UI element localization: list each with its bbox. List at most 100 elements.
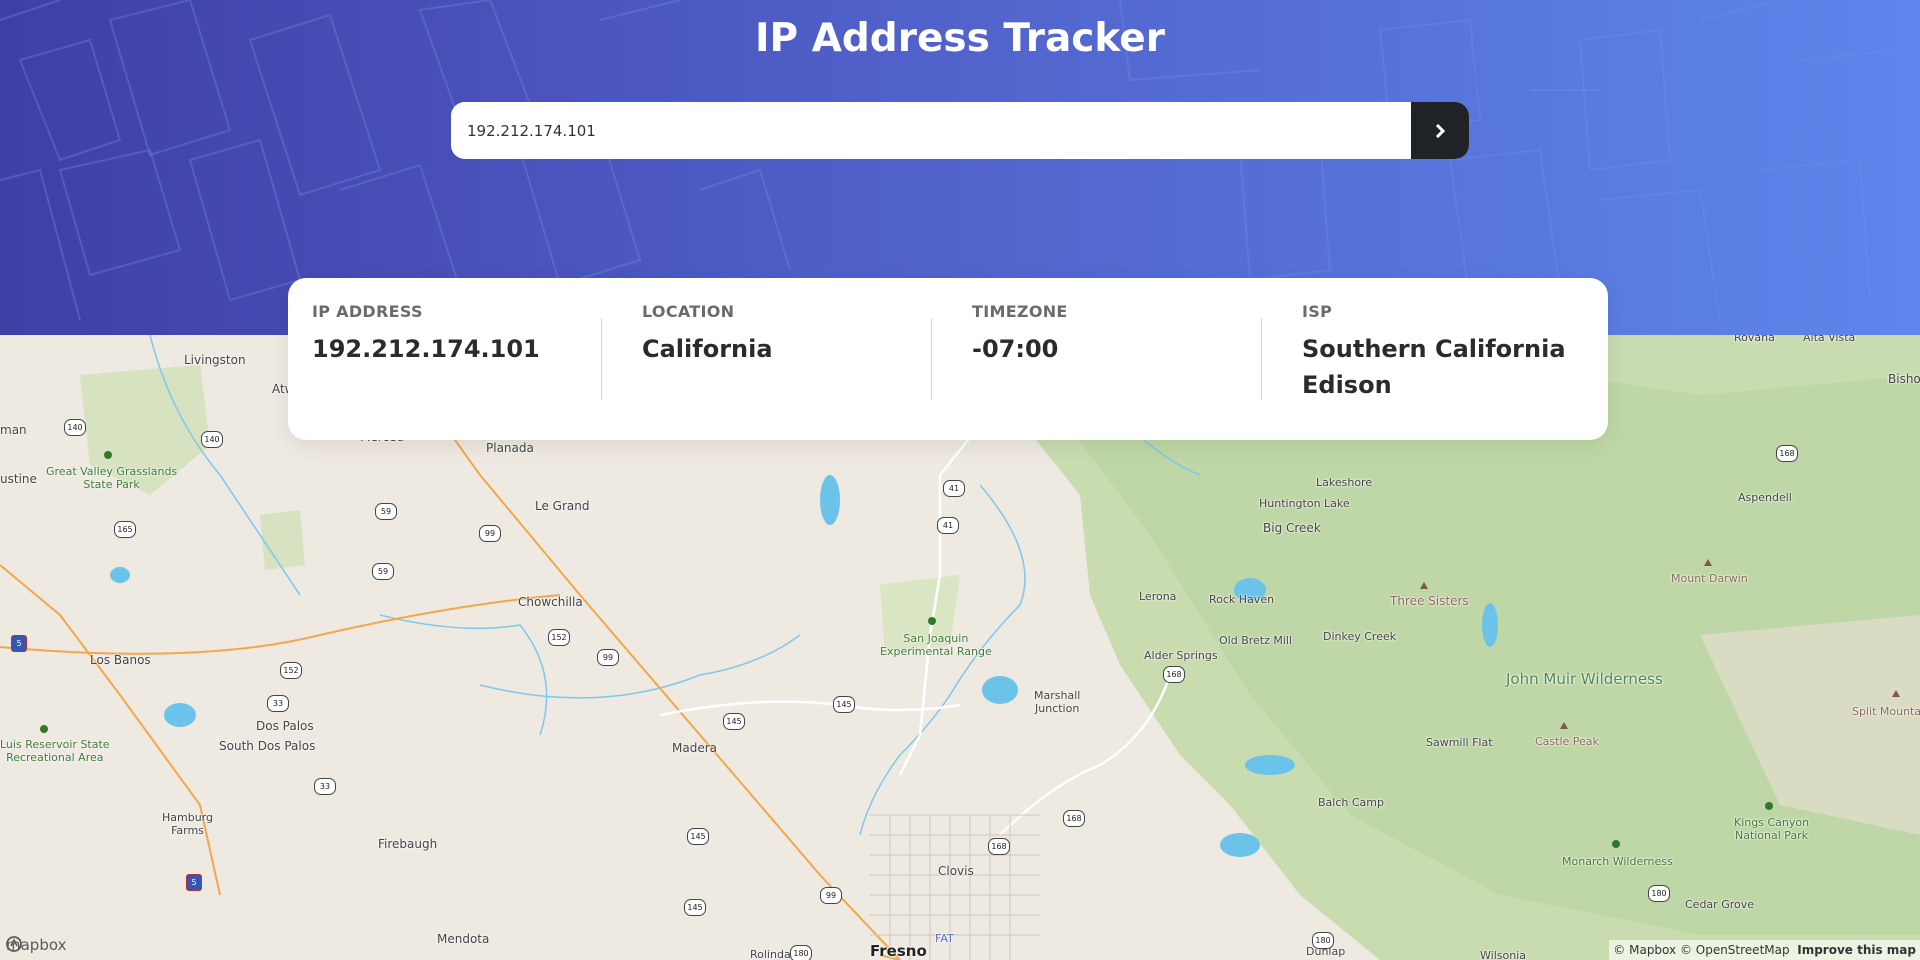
route-shield: 33: [267, 695, 289, 712]
map-label: Wilsonia: [1480, 949, 1526, 960]
route-shield: 99: [597, 649, 619, 666]
map-label: Castle Peak: [1535, 735, 1599, 748]
mapbox-logo[interactable]: mapbox: [6, 936, 66, 954]
map-label: Hamburg Farms: [162, 811, 213, 837]
map-label: Three Sisters: [1390, 594, 1469, 608]
map-label: Marshall Junction: [1034, 689, 1081, 715]
mapbox-icon: [6, 936, 22, 952]
ip-search-input[interactable]: [451, 102, 1411, 159]
map-label: Mount Darwin: [1671, 572, 1748, 585]
route-shield: 152: [280, 662, 302, 679]
map-label: Dinkey Creek: [1323, 630, 1397, 643]
route-shield: 152: [548, 629, 570, 646]
route-shield: 180: [1312, 932, 1334, 949]
map-attribution: © Mapbox © OpenStreetMap Improve this ma…: [1609, 940, 1920, 960]
improve-map-link[interactable]: Improve this map: [1797, 943, 1916, 957]
map-label: Madera: [672, 741, 717, 755]
map-label: Los Banos: [90, 653, 151, 667]
map-label: Firebaugh: [378, 837, 438, 851]
route-shield: 168: [988, 838, 1010, 855]
map-label: Mendota: [437, 932, 490, 946]
route-shield: 145: [684, 899, 706, 916]
park-icon: [928, 617, 936, 625]
page-title: IP Address Tracker: [755, 16, 1165, 61]
attribution-text[interactable]: © Mapbox © OpenStreetMap: [1613, 943, 1789, 957]
route-shield: 145: [723, 713, 745, 730]
map-label: FAT: [935, 932, 954, 945]
map-label: Rolinda: [750, 948, 791, 960]
park-icon: [1612, 840, 1620, 848]
map-label: Rock Haven: [1209, 593, 1275, 606]
map-label: Le Grand: [535, 499, 590, 513]
map-label: man: [0, 423, 27, 437]
isp-value: Southern California Edison: [1302, 335, 1566, 399]
map-label: Big Creek: [1263, 521, 1321, 535]
map-label: Sawmill Flat: [1426, 736, 1493, 749]
map-label: San Joaquin Experimental Range: [880, 632, 992, 658]
map-label: Old Bretz Mill: [1219, 634, 1293, 647]
route-shield: 140: [64, 419, 86, 436]
park-icon: [40, 725, 48, 733]
map-label: Chowchilla: [518, 595, 583, 609]
map-label: Great Valley Grasslands State Park: [46, 465, 178, 491]
divider: [1261, 318, 1262, 400]
search-bar: [451, 102, 1469, 159]
location-section: LOCATION California: [618, 278, 948, 440]
route-shield: 5: [186, 874, 202, 891]
map-label: Lakeshore: [1316, 476, 1373, 489]
park-icon: [1765, 802, 1773, 810]
route-shield: 140: [201, 431, 223, 448]
route-shield: 168: [1063, 810, 1085, 827]
route-shield: 180: [790, 945, 812, 960]
map-label: Split Mountain: [1852, 705, 1920, 718]
location-label: LOCATION: [642, 302, 735, 321]
map-label: John Muir Wilderness: [1506, 670, 1663, 688]
peak-icon: [1704, 559, 1712, 566]
isp-label: ISP: [1302, 302, 1333, 321]
route-shield: 145: [687, 828, 709, 845]
route-shield: 180: [1648, 885, 1670, 902]
map-label: Rovana: [1734, 335, 1775, 344]
map-label: Balch Camp: [1318, 796, 1384, 809]
map-label: Alta Vista: [1803, 335, 1856, 344]
route-shield: 59: [372, 563, 394, 580]
ip-info-card: IP ADDRESS 192.212.174.101 LOCATION Cali…: [288, 278, 1608, 440]
map-label: Aspendell: [1738, 491, 1792, 504]
peak-icon: [1420, 582, 1428, 589]
timezone-label: TIMEZONE: [972, 302, 1068, 321]
ip-address-label: IP ADDRESS: [312, 302, 423, 321]
route-shield: 168: [1163, 666, 1185, 683]
park-icon: [104, 451, 112, 459]
route-shield: 168: [1776, 445, 1798, 462]
map-label: Fresno: [870, 942, 927, 960]
map-label: Luis Reservoir State Recreational Area: [0, 738, 110, 764]
location-value: California: [642, 335, 773, 363]
route-shield: 41: [943, 480, 965, 497]
map-label: Monarch Wilderness: [1562, 855, 1673, 868]
map-label: Planada: [486, 441, 534, 455]
route-shield: 165: [114, 521, 136, 538]
route-shield: 59: [375, 503, 397, 520]
route-shield: 41: [937, 517, 959, 534]
timezone-section: TIMEZONE -07:00: [948, 278, 1278, 440]
map-label: South Dos Palos: [219, 739, 316, 753]
map-label: ustine: [0, 472, 37, 486]
map-label: Clovis: [938, 864, 974, 878]
divider: [601, 318, 602, 400]
ip-address-section: IP ADDRESS 192.212.174.101: [288, 278, 618, 440]
timezone-value: -07:00: [972, 335, 1059, 363]
map-label: Lerona: [1139, 590, 1177, 603]
map-label: Bishop: [1888, 372, 1920, 386]
peak-icon: [1892, 690, 1900, 697]
map-label: Livingston: [184, 353, 246, 367]
route-shield: 5: [11, 635, 27, 652]
search-submit-button[interactable]: [1411, 102, 1469, 159]
map-label: Huntington Lake: [1259, 497, 1350, 510]
map-label: Kings Canyon National Park: [1734, 816, 1810, 842]
route-shield: 33: [314, 778, 336, 795]
route-shield: 99: [479, 525, 501, 542]
map-label: Dos Palos: [256, 719, 314, 733]
chevron-right-icon: [1435, 123, 1445, 138]
map-label: Alder Springs: [1144, 649, 1218, 662]
ip-address-value: 192.212.174.101: [312, 335, 540, 363]
